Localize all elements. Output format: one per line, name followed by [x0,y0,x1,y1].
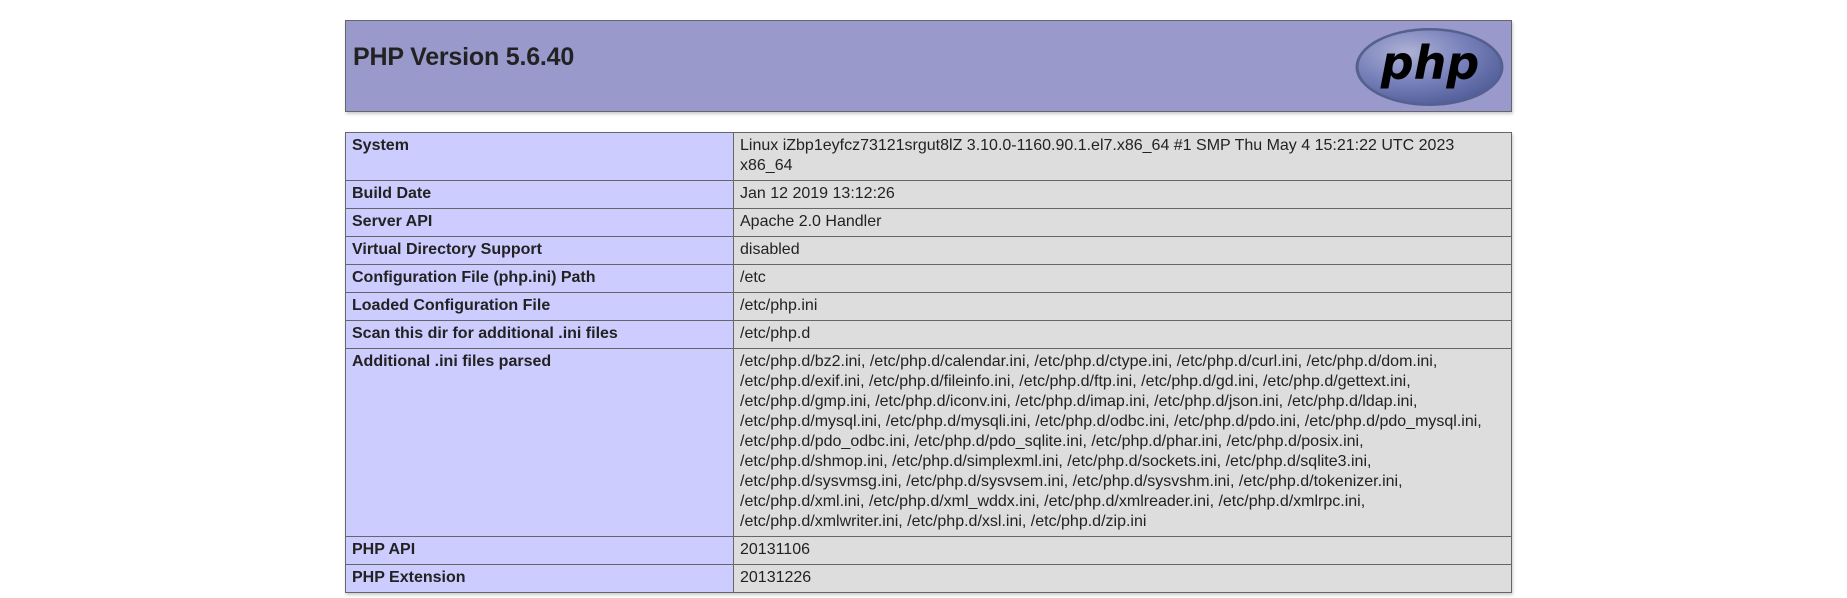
table-row: Configuration File (php.ini) Path/etc [345,264,1512,293]
row-value: /etc/php.d/bz2.ini, /etc/php.d/calendar.… [733,348,1512,537]
row-value: disabled [733,236,1512,265]
row-label: Server API [345,208,734,237]
table-row: Build Date Jan 12 2019 13:12:26 [345,180,1512,209]
table-row: Virtual Directory Support disabled [345,236,1512,265]
table-row: System Linux iZbp1eyfcz73121srgut8lZ 3.10… [345,132,1512,181]
table-row: PHP Extension 20131226 [345,564,1512,593]
php-logo-icon: php [1355,28,1504,106]
row-label: Scan this dir for additional .ini files [345,320,734,349]
row-label: Build Date [345,180,734,209]
row-label: PHP API [345,536,734,565]
row-value: 20131106 [733,536,1512,565]
table-row: Loaded Configuration File/etc/php.ini [345,292,1512,321]
row-label: PHP Extension [345,564,734,593]
phpinfo-header: PHP Version 5.6.40 php [345,20,1512,112]
row-label: Virtual Directory Support [345,236,734,265]
phpinfo-container: PHP Version 5.6.40 php System Linux iZbp1… [345,20,1512,593]
row-label: Additional .ini files parsed [345,348,734,537]
info-table: System Linux iZbp1eyfcz73121srgut8lZ 3.10… [345,132,1512,593]
php-logo-text: php [1380,36,1480,90]
row-value: Apache 2.0 Handler [733,208,1512,237]
row-value: /etc/php.ini [733,292,1512,321]
row-label: System [345,132,734,181]
row-label: Configuration File (php.ini) Path [345,264,734,293]
row-value: 20131226 [733,564,1512,593]
row-value: /etc/php.d [733,320,1512,349]
table-row: PHP API 20131106 [345,536,1512,565]
row-label: Loaded Configuration File [345,292,734,321]
table-row: Server API Apache 2.0 Handler [345,208,1512,237]
row-value: Linux iZbp1eyfcz73121srgut8lZ 3.10.0-116… [733,132,1512,181]
table-row: Additional .ini files parsed/etc/php.d/b… [345,348,1512,537]
page-title: PHP Version 5.6.40 [353,43,575,71]
row-value: Jan 12 2019 13:12:26 [733,180,1512,209]
table-row: Scan this dir for additional .ini files /… [345,320,1512,349]
row-value: /etc [733,264,1512,293]
